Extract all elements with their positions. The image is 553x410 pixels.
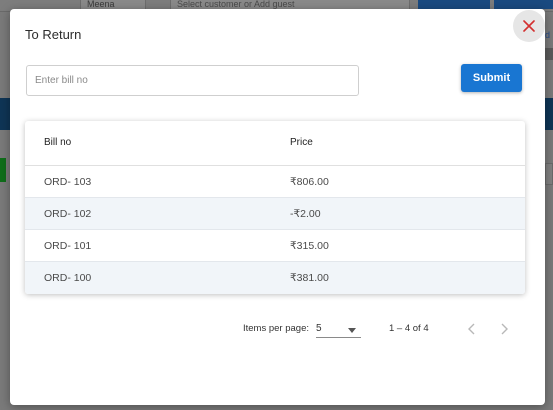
page-size-select[interactable]: 5	[316, 320, 361, 338]
return-dialog: To Return Submit Bill no Price ORD- 103 …	[10, 9, 545, 405]
next-page-button[interactable]	[494, 319, 514, 339]
background-dark-bar	[545, 98, 553, 130]
table-row[interactable]: ORD- 103 ₹806.00	[25, 166, 525, 198]
background-side-field	[545, 163, 553, 185]
items-per-page-label: Items per page:	[243, 323, 310, 334]
submit-button[interactable]: Submit	[461, 64, 522, 92]
price-cell: ₹315.00	[290, 240, 329, 252]
table-row[interactable]: ORD- 100 ₹381.00	[25, 262, 525, 294]
price-cell: ₹806.00	[290, 176, 329, 188]
page-size-value: 5	[316, 323, 322, 334]
chevron-left-icon	[468, 323, 475, 335]
table-header: Bill no Price	[25, 121, 525, 166]
background-dark-bar	[0, 98, 10, 130]
previous-page-button[interactable]	[462, 319, 482, 339]
bill-no-cell: ORD- 101	[44, 240, 92, 252]
chevron-right-icon	[501, 323, 508, 335]
bill-no-cell: ORD- 100	[44, 272, 92, 284]
close-button[interactable]	[513, 10, 545, 42]
dialog-title: To Return	[25, 27, 82, 42]
bill-no-cell: ORD- 103	[44, 176, 92, 188]
background-blue-button	[418, 0, 490, 9]
table-row[interactable]: ORD- 101 ₹315.00	[25, 230, 525, 262]
bill-no-cell: ORD- 102	[44, 208, 92, 220]
background-blue-button	[494, 0, 553, 9]
price-cell: ₹381.00	[290, 272, 329, 284]
background-green-button	[0, 158, 6, 182]
column-header-price: Price	[290, 137, 313, 148]
background-side-link: d	[545, 30, 551, 40]
column-header-bill-no: Bill no	[44, 137, 72, 148]
range-label: 1 – 4 of 4	[389, 323, 429, 334]
bills-table: Bill no Price ORD- 103 ₹806.00 ORD- 102 …	[25, 121, 525, 294]
table-row[interactable]: ORD- 102 -₹2.00	[25, 198, 525, 230]
caret-down-icon	[348, 328, 356, 333]
background-side-box	[545, 48, 553, 60]
close-icon	[523, 20, 535, 32]
price-cell: -₹2.00	[290, 208, 321, 220]
bill-number-input[interactable]	[26, 65, 359, 96]
paginator: Items per page: 5 1 – 4 of 4	[10, 317, 545, 341]
